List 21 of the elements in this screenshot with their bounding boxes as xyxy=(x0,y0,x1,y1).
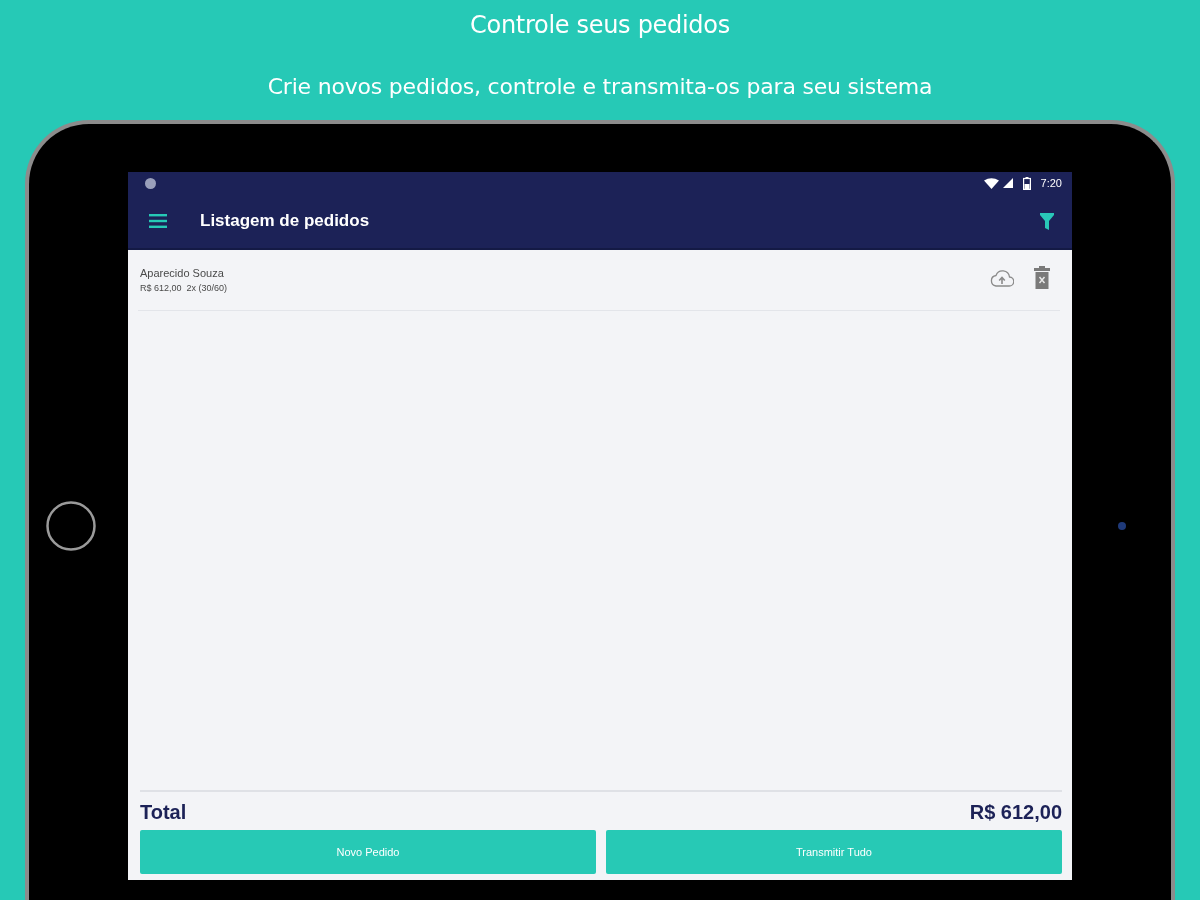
camera-dot-icon xyxy=(1118,522,1126,530)
status-time: 7:20 xyxy=(1040,177,1062,189)
total-label: Total xyxy=(140,800,187,824)
order-installments: 2x (30/60) xyxy=(186,283,228,294)
page-subtitle: Crie novos pedidos, controle e transmita-os para seu sistema xyxy=(267,73,933,101)
page-title: Controle seus pedidos xyxy=(470,10,730,40)
total-value: R$ 612,00 xyxy=(969,800,1062,824)
cloud-upload-icon[interactable] xyxy=(990,268,1014,287)
customer-name[interactable]: Aparecido Souza xyxy=(140,266,228,280)
battery-icon xyxy=(1022,176,1031,190)
filter-icon[interactable] xyxy=(1040,212,1054,230)
menu-icon[interactable] xyxy=(149,214,167,228)
new-order-button[interactable]: Novo Pedido xyxy=(140,830,596,874)
transmit-all-button[interactable]: Transmitir Tudo xyxy=(606,830,1062,874)
trash-icon[interactable] xyxy=(1034,266,1050,289)
app-bar-title: Listagem de pedidos xyxy=(200,211,370,231)
home-button-icon xyxy=(46,501,96,551)
order-amount: R$ 612,00 xyxy=(140,283,182,294)
wifi-icon xyxy=(983,177,999,189)
notification-dot-icon xyxy=(145,177,156,189)
signal-icon xyxy=(1002,178,1013,188)
